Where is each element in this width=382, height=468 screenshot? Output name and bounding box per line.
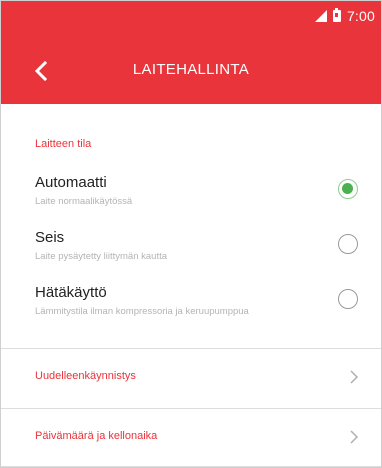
battery-icon [332,7,341,22]
nav-item-restart[interactable]: Uudelleenkäynnistys [1,349,381,407]
radio-button-automatic[interactable] [338,179,358,199]
option-subtitle: Lämmitystila ilman kompressoria ja keruu… [35,306,249,317]
nav-item-label: Päivämäärä ja kellonaika [35,430,158,442]
section-label-device-state: Laitteen tila [35,138,92,150]
option-automatic[interactable]: Automaatti Laite normaalikäytössä [1,174,381,222]
chevron-right-icon [350,370,359,384]
nav-item-label: Uudelleenkäynnistys [35,370,136,382]
app-bar: 7:00 LAITEHALLINTA [1,1,381,104]
radio-button-stop[interactable] [338,234,358,254]
toolbar: LAITEHALLINTA [1,51,381,91]
page-title: LAITEHALLINTA [132,61,250,78]
option-subtitle: Laite pysäytetty liittymän kautta [35,251,168,262]
device-management-screen: 7:00 LAITEHALLINTA Laitteen tila Automaa… [0,0,382,468]
nav-item-date-time[interactable]: Päivämäärä ja kellonaika [1,409,381,467]
divider [1,466,381,467]
signal-icon [314,10,327,22]
option-emergency[interactable]: Hätäkäyttö Lämmitystila ilman kompressor… [1,284,381,332]
radio-button-emergency[interactable] [338,289,358,309]
chevron-right-icon [350,430,359,444]
option-stop[interactable]: Seis Laite pysäytetty liittymän kautta [1,229,381,277]
option-title: Seis [35,229,65,246]
option-subtitle: Laite normaalikäytössä [35,196,133,207]
status-time: 7:00 [346,8,375,24]
option-title: Automaatti [35,174,107,191]
status-bar: 7:00 [314,1,381,31]
option-title: Hätäkäyttö [35,284,107,301]
content: Laitteen tila Automaatti Laite normaalik… [1,104,381,467]
